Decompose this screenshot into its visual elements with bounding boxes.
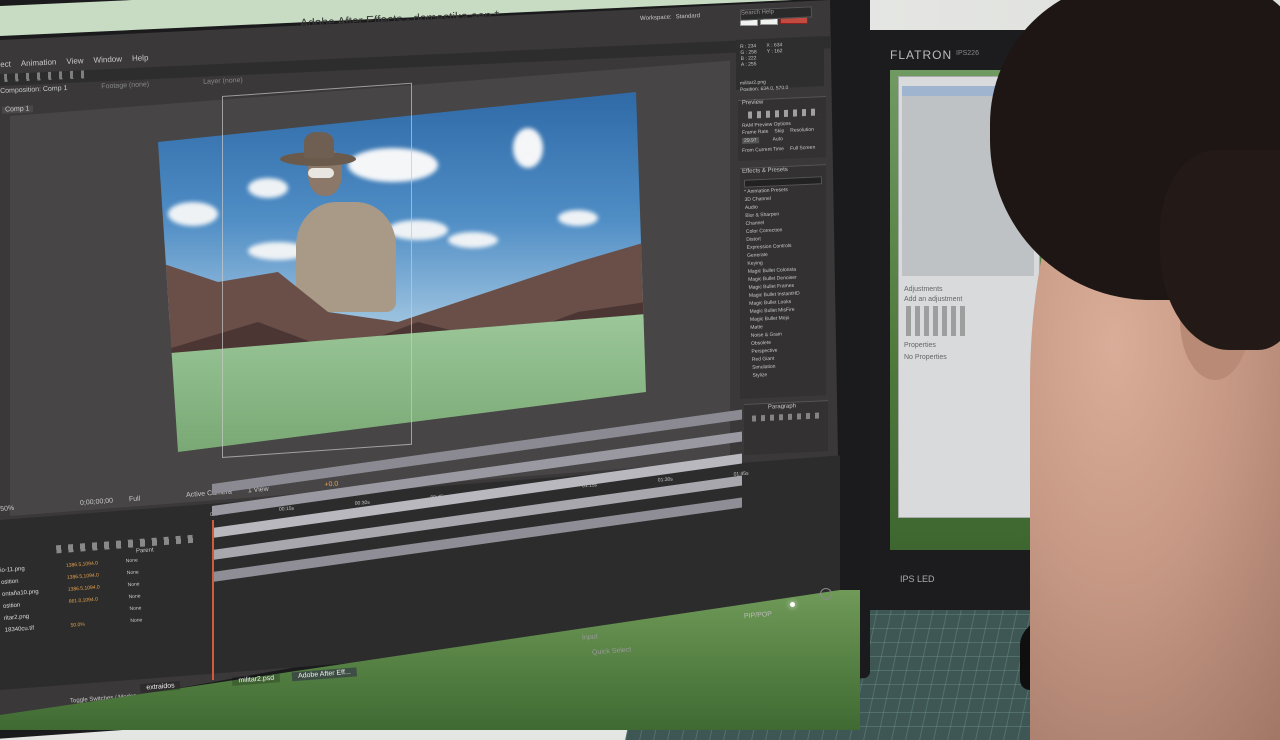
full-screen[interactable]: Full Screen (790, 145, 816, 152)
layer-bounding-box[interactable] (222, 82, 412, 459)
layer-parent-select[interactable]: None (127, 569, 139, 576)
power-led (790, 602, 795, 607)
cloud (448, 232, 498, 248)
effects-list: * Animation Presets 3D Channel Audio Blur &… (744, 186, 804, 380)
resolution-select[interactable]: Full (129, 495, 141, 503)
layer-name: ontaña10.png (1, 589, 39, 598)
comp-subtab[interactable]: Comp 1 (1, 105, 33, 114)
ps-add-adjustment: Add an adjustment (904, 296, 963, 303)
menu-item-help[interactable]: Help (132, 53, 149, 63)
layer-value[interactable] (69, 607, 119, 617)
ps-adjustments-label: Adjustments (904, 286, 943, 293)
layer-parent-select[interactable]: None (128, 593, 140, 600)
layer-parent-select[interactable]: None (130, 617, 142, 624)
layer-parent-select[interactable]: None (127, 581, 139, 588)
cloud (168, 202, 218, 226)
ps-properties-label: Properties (904, 342, 936, 349)
ps-no-properties: No Properties (904, 354, 947, 361)
menu-item-window[interactable]: Window (93, 54, 122, 64)
layer-value[interactable]: 1386.5,1094.0 (68, 583, 118, 592)
menu-item-effect[interactable]: ect (0, 60, 11, 69)
ps-adjustment-icons[interactable] (906, 306, 966, 336)
frame-rate-label: Frame Rate (742, 128, 769, 136)
resolution-label: Resolution (790, 126, 814, 134)
current-time-indicator[interactable] (212, 520, 214, 680)
monitor2-brand: FLATRON (890, 48, 953, 62)
layer-value[interactable]: 1386.5,1094.0 (67, 571, 117, 580)
cloud (513, 128, 543, 168)
monitor2-model: IPS226 (956, 50, 979, 57)
layer-name: osition (0, 578, 19, 586)
menu-item-view[interactable]: View (66, 56, 84, 66)
preview-title: Preview (741, 99, 764, 107)
paragraph-title[interactable]: Paragraph (768, 403, 796, 410)
fps-select[interactable]: 29.97 (742, 137, 759, 144)
resolution-auto[interactable]: Auto (772, 136, 783, 142)
zoom-select[interactable]: 50% (0, 505, 15, 513)
layer-name: osition (2, 602, 21, 610)
skip-label: Skip (774, 128, 785, 135)
cloud (558, 210, 598, 226)
layer-parent-select[interactable]: None (126, 557, 138, 564)
monitor-input-button[interactable]: Input (582, 633, 598, 641)
power-icon[interactable] (820, 588, 832, 600)
workspace-select[interactable]: Standard (676, 13, 701, 20)
menu-item-animation[interactable]: Animation (21, 57, 57, 68)
layer-parent-select[interactable]: None (129, 605, 141, 612)
layer-value[interactable]: 661.0,1094.0 (69, 595, 119, 605)
layer-name: ritar2.png (3, 613, 30, 622)
info-a: A : 255 (740, 61, 757, 68)
monitor2-bottom-brand: IPS LED (900, 574, 935, 584)
info-values: R : 234 X : 634 G : 258 Y : 162 B : 222 … (740, 42, 784, 68)
